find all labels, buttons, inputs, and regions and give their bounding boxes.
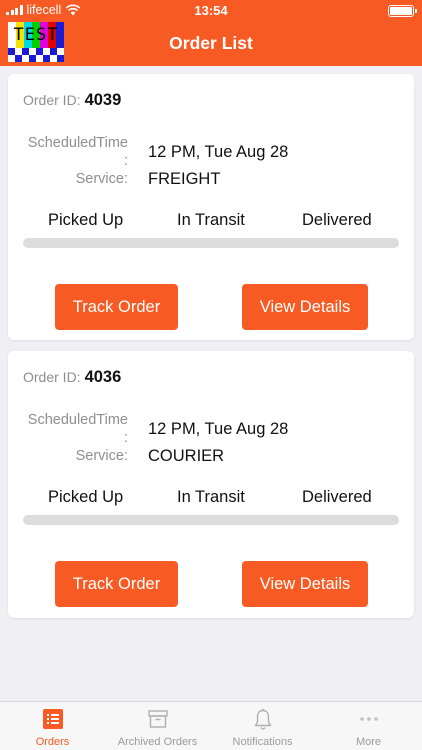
tab-orders[interactable]: Orders xyxy=(0,702,105,750)
order-list-screen: lifecell 13:54 TEST Order List Order ID:… xyxy=(0,0,422,750)
status-time: 13:54 xyxy=(194,3,228,18)
service-label: Service: xyxy=(75,171,128,187)
order-card: Order ID: 4036 ScheduledTime : 12 PM, Tu… xyxy=(8,351,414,618)
archive-box-icon xyxy=(147,710,168,728)
tab-label: Archived Orders xyxy=(117,736,198,748)
status-bar: lifecell 13:54 xyxy=(0,0,422,22)
track-order-button[interactable]: Track Order xyxy=(55,284,178,330)
bell-icon xyxy=(254,708,271,730)
scheduled-time-value: 12 PM, Tue Aug 28 xyxy=(148,143,289,161)
scheduled-time-label-text: ScheduledTime xyxy=(27,135,128,151)
order-card: Order ID: 4039 ScheduledTime : 12 PM, Tu… xyxy=(8,74,414,340)
service-label: Service: xyxy=(75,448,128,464)
step-delivered: Delivered xyxy=(302,211,372,229)
scheduled-time-label-colon: : xyxy=(123,153,128,169)
service-value: FREIGHT xyxy=(148,170,221,188)
service-value: COURIER xyxy=(148,447,225,465)
bottom-tab-bar: Orders Archived Orders Notifications Mor… xyxy=(0,701,422,750)
scheduled-time-value: 12 PM, Tue Aug 28 xyxy=(148,420,289,438)
scheduled-time-label-text: ScheduledTime xyxy=(27,412,128,428)
order-id-label: Order ID: xyxy=(23,369,81,385)
tab-more[interactable]: More xyxy=(316,702,421,750)
battery-icon xyxy=(388,5,417,17)
step-in-transit: In Transit xyxy=(177,488,245,506)
step-delivered: Delivered xyxy=(302,488,372,506)
tab-label: More xyxy=(355,736,382,748)
scheduled-time-label-colon: : xyxy=(123,430,128,446)
tab-archived-orders[interactable]: Archived Orders xyxy=(105,702,210,750)
scheduled-time-label: ScheduledTime : xyxy=(28,134,128,170)
step-picked-up: Picked Up xyxy=(48,211,124,229)
tab-notifications[interactable]: Notifications xyxy=(210,702,315,750)
delivery-progress-bar xyxy=(23,515,399,525)
tab-label: Notifications xyxy=(232,736,293,748)
order-id-row: Order ID: 4039 xyxy=(23,91,121,110)
more-dots-icon xyxy=(359,717,378,721)
scheduled-time-label: ScheduledTime : xyxy=(28,411,128,447)
page-title: Order List xyxy=(169,33,253,53)
tab-label: Orders xyxy=(35,736,70,748)
order-id-value: 4036 xyxy=(84,368,122,386)
order-id-row: Order ID: 4036 xyxy=(23,368,121,387)
track-order-button[interactable]: Track Order xyxy=(55,561,178,607)
step-picked-up: Picked Up xyxy=(48,488,124,506)
list-icon xyxy=(42,709,63,729)
view-details-button[interactable]: View Details xyxy=(242,561,368,607)
view-details-button[interactable]: View Details xyxy=(242,284,368,330)
order-id-label: Order ID: xyxy=(23,92,81,108)
delivery-progress-bar xyxy=(23,238,399,248)
step-in-transit: In Transit xyxy=(177,211,245,229)
app-header: lifecell 13:54 TEST Order List xyxy=(0,0,422,66)
order-id-value: 4039 xyxy=(84,91,122,109)
